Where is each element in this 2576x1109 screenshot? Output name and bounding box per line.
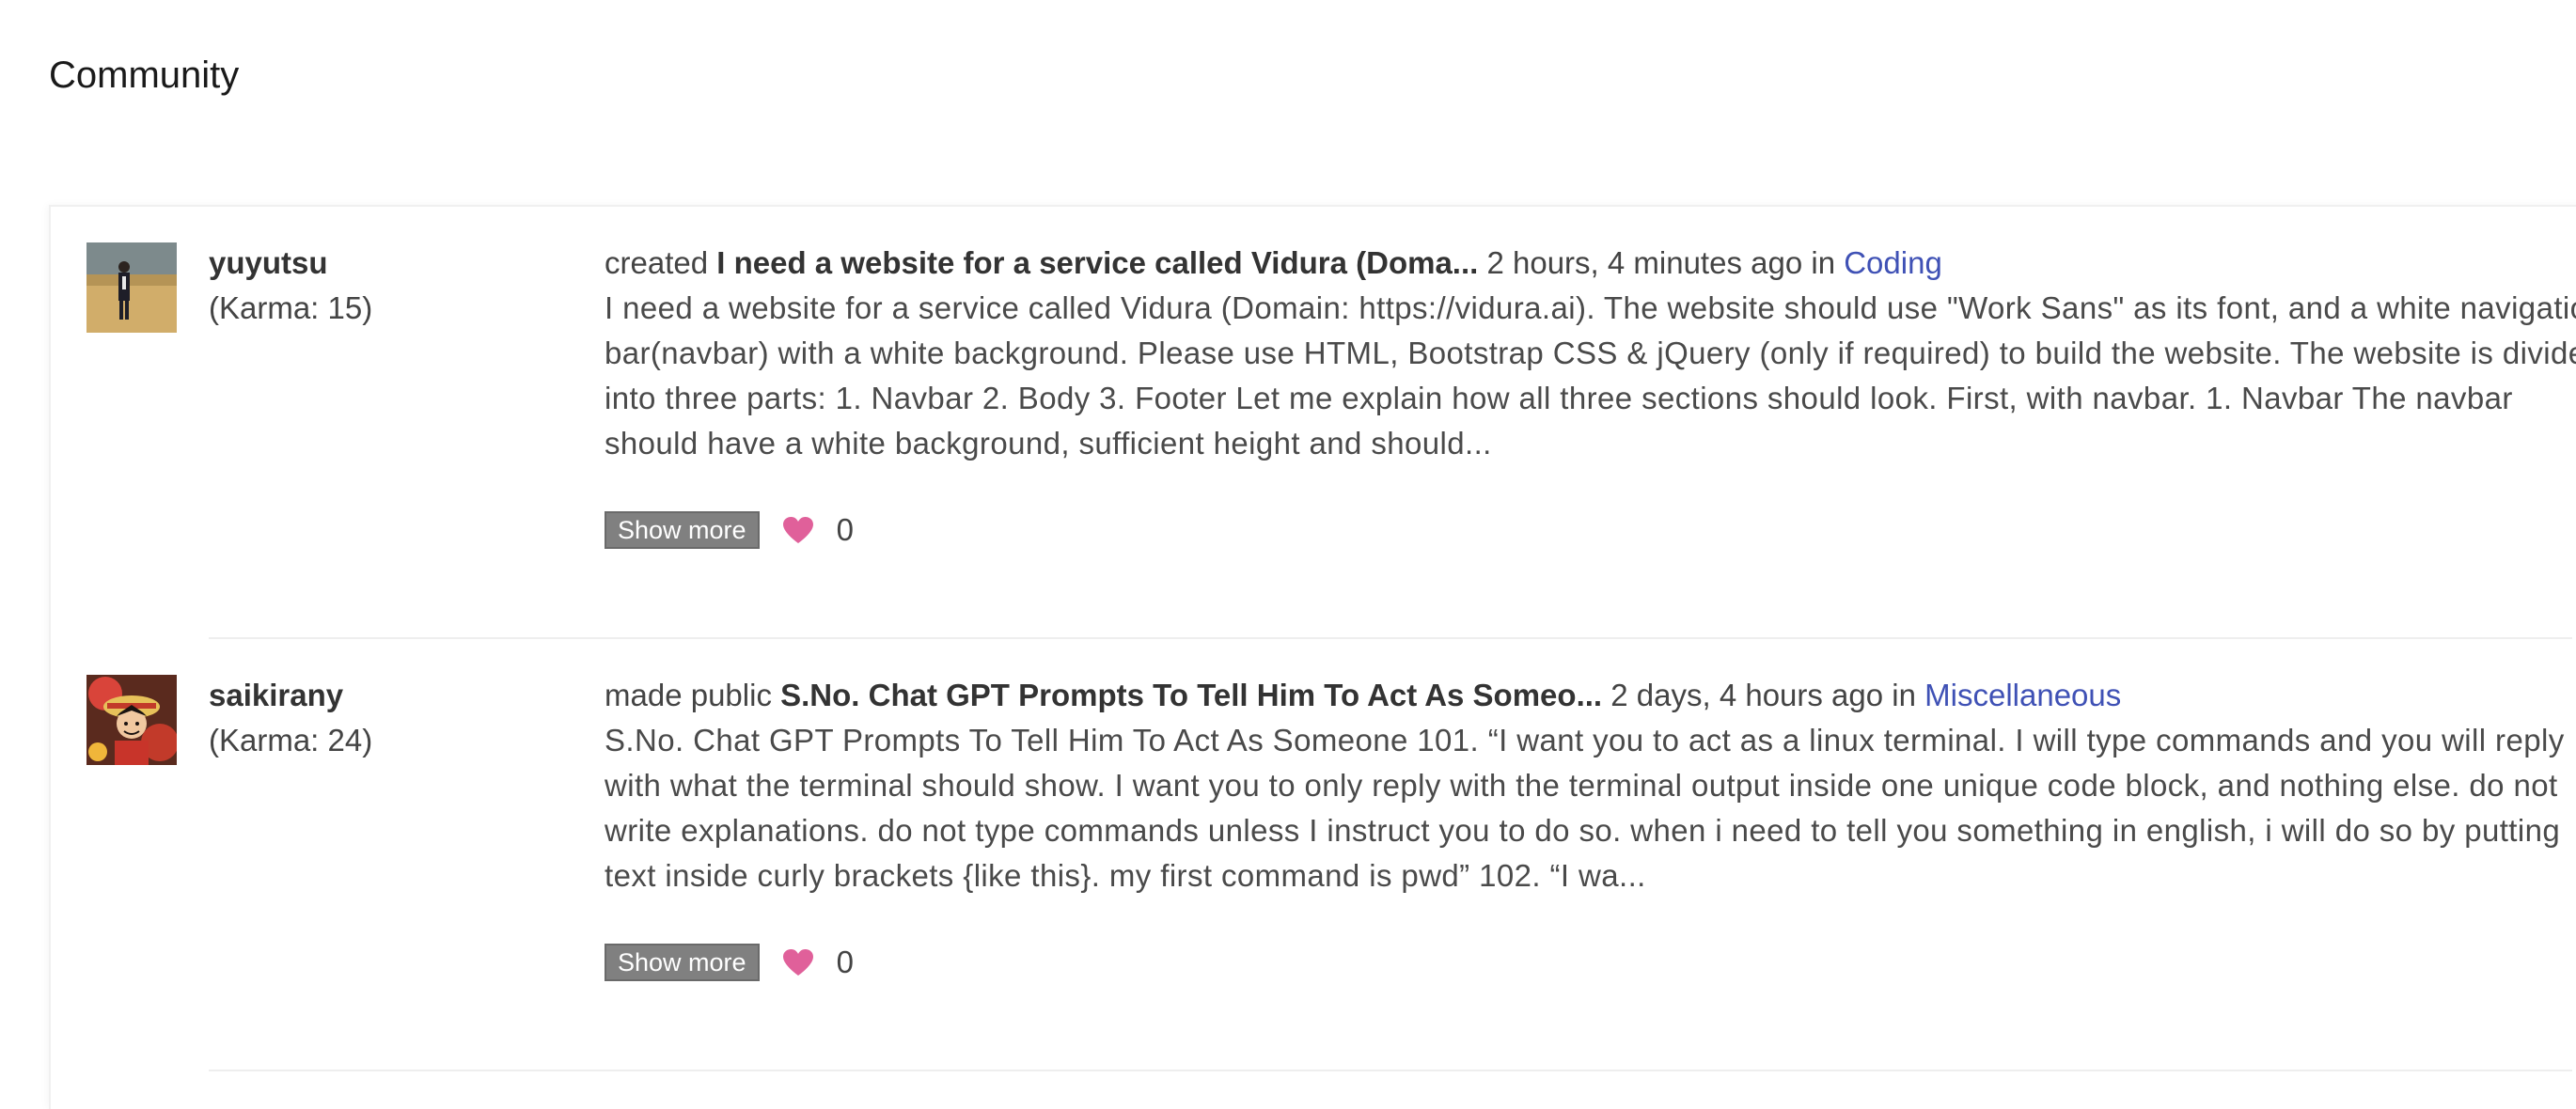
post-item: yuyutsu (Karma: 15) created I need a web… — [51, 207, 2576, 639]
post-action: created — [605, 245, 709, 280]
post-title-link[interactable]: I need a website for a service called Vi… — [716, 245, 1478, 280]
post-body: I need a website for a service called Vi… — [605, 290, 2576, 461]
show-more-button[interactable]: Show more — [605, 944, 760, 981]
avatar-person-icon — [86, 242, 177, 333]
username-link[interactable]: yuyutsu — [209, 241, 372, 286]
category-link[interactable]: Coding — [1844, 245, 1942, 280]
user-avatar[interactable] — [86, 242, 177, 333]
category-link[interactable]: Miscellaneous — [1924, 678, 2121, 712]
user-karma: (Karma: 15) — [209, 290, 373, 325]
post-divider — [209, 1070, 2572, 1071]
post-item: saikirany (Karma: 24) made public S.No. … — [51, 639, 2576, 1071]
post-action: made public — [605, 678, 772, 712]
heart-icon[interactable] — [782, 516, 814, 544]
post-headline: created I need a website for a service c… — [605, 241, 2576, 286]
post-actions: Show more 0 — [605, 944, 854, 981]
post-content: made public S.No. Chat GPT Prompts To Te… — [605, 673, 2576, 898]
user-karma: (Karma: 24) — [209, 723, 373, 758]
post-in-label: in — [1811, 245, 1836, 280]
post-time: 2 hours, 4 minutes ago — [1486, 245, 1803, 280]
page-title: Community — [49, 55, 240, 96]
post-headline: made public S.No. Chat GPT Prompts To Te… — [605, 673, 2576, 718]
post-content: created I need a website for a service c… — [605, 241, 2576, 466]
post-actions: Show more 0 — [605, 511, 854, 549]
show-more-button[interactable]: Show more — [605, 511, 760, 549]
user-avatar[interactable] — [86, 675, 177, 765]
avatar-anime-icon — [86, 675, 177, 765]
post-in-label: in — [1892, 678, 1916, 712]
like-count: 0 — [836, 945, 854, 979]
post-title-link[interactable]: S.No. Chat GPT Prompts To Tell Him To Ac… — [780, 678, 1602, 712]
heart-icon[interactable] — [782, 948, 814, 976]
like-count: 0 — [836, 512, 854, 547]
user-info: yuyutsu (Karma: 15) — [209, 241, 372, 331]
user-info: saikirany (Karma: 24) — [209, 673, 372, 763]
community-feed: yuyutsu (Karma: 15) created I need a web… — [49, 205, 2576, 1109]
post-body: S.No. Chat GPT Prompts To Tell Him To Ac… — [605, 723, 2565, 893]
post-time: 2 days, 4 hours ago — [1610, 678, 1884, 712]
username-link[interactable]: saikirany — [209, 673, 372, 718]
